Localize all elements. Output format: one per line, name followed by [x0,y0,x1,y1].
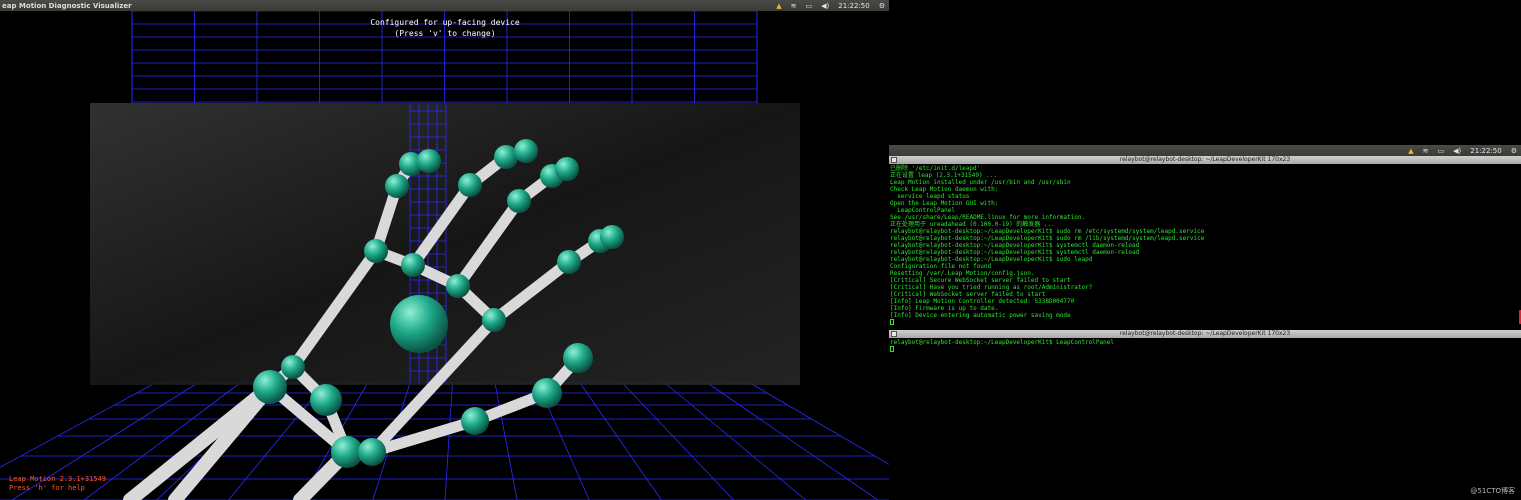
terminal-line: relaybot@relaybot-desktop:~/LeapDevelope… [890,242,1140,249]
terminal-output[interactable]: relaybot@relaybot-desktop:~/LeapDevelope… [890,339,1114,353]
terminal-line: 正在设置 leap (2.3.1+31549) ... [890,172,998,179]
hand-joint [358,438,386,466]
system-tray: ▲ ≋ ▭ ◀) 21:22:50 ⚙ [776,2,885,10]
hand-joint [401,253,425,277]
terminal-output[interactable]: 已删除 '/etc/init.d/leapd' 正在设置 leap (2.3.1+… [890,165,1204,326]
hand-joint [514,139,538,163]
hand-joint [507,189,531,213]
terminal-titlebar[interactable]: relaybot@relaybot-desktop: ~/LeapDevelop… [889,156,1521,164]
palm-sphere [390,295,448,353]
hand-joint [364,239,388,263]
terminal-cursor [890,319,894,325]
hand-joint [482,308,506,332]
terminal-line: Check Leap Motion daemon with: [890,186,999,193]
terminal-line: Configuration file not found [890,263,992,270]
terminal-line: [Info] Leap Motion Controller detected: … [890,298,1075,305]
top-panel-right: ▲ ≋ ▭ ◀) 21:22:50 ⚙ [889,145,1521,156]
hand-joint [557,250,581,274]
terminal-titlebar[interactable]: relaybot@relaybot-desktop: ~/LeapDevelop… [889,330,1521,338]
device-config-text: Configured for up-facing device (Press '… [320,17,570,39]
terminal-line: LeapControlPanel [890,207,956,214]
terminal-title: relaybot@relaybot-desktop: ~/LeapDevelop… [1119,156,1291,163]
watermark: @51CTO博客 [1470,487,1515,495]
terminal-line: [Info] Firmware is up to date. [890,305,999,312]
terminal-cursor-line [890,319,1204,326]
overlay-line-1: Configured for up-facing device [370,18,520,27]
hand-joint [310,384,342,416]
notification-icon[interactable]: ▲ [776,2,781,10]
terminal-cursor-line [890,346,1114,353]
terminal-line: relaybot@relaybot-desktop:~/LeapDevelope… [890,228,1205,235]
terminal-window-2[interactable]: relaybot@relaybot-desktop: ~/LeapDevelop… [889,330,1521,500]
terminal-line: 正在处理用于 ureadahead (0.100.0-19) 的触发器 ... [890,221,1055,228]
hand-joint [563,343,593,373]
battery-icon[interactable]: ▭ [806,2,813,10]
hand-joint [417,149,441,173]
terminal-menu-icon[interactable] [891,157,897,163]
notification-icon[interactable]: ▲ [1408,147,1413,155]
terminal-line: relaybot@relaybot-desktop:~/LeapDevelope… [890,235,1205,242]
terminal-line: Leap Motion installed under /usr/bin and… [890,179,1071,186]
battery-icon[interactable]: ▭ [1438,147,1445,155]
hand-joint [253,370,287,404]
visualizer-canvas[interactable]: Configured for up-facing device (Press '… [0,11,889,500]
terminal-line: [Critical] WebSocket server failed to st… [890,291,1046,298]
clock[interactable]: 21:22:50 [1470,147,1501,155]
terminal-menu-icon[interactable] [891,331,897,337]
wifi-icon[interactable]: ≋ [791,2,797,10]
terminal-line: [Critical] Have you tried running as roo… [890,284,1093,291]
hand-joint [458,173,482,197]
volume-icon[interactable]: ◀) [821,2,829,10]
terminal-line: Open the Leap Motion GUI with: [890,200,999,207]
camera-image [90,103,800,385]
help-line: Press 'h' for help [9,484,85,492]
overlay-line-2: (Press 'v' to change) [394,29,496,38]
terminal-line: relaybot@relaybot-desktop:~/LeapDevelope… [890,256,1093,263]
hand-joint [461,407,489,435]
terminal-line: service leapd status [890,193,970,200]
system-tray-right: ▲ ≋ ▭ ◀) 21:22:50 ⚙ [1408,147,1517,155]
hand-joint [555,157,579,181]
terminal-line: See /usr/share/Leap/README.linux for mor… [890,214,1086,221]
window-title: eap Motion Diagnostic Visualizer [2,1,132,10]
hand-joint [600,225,624,249]
power-gear-icon[interactable]: ⚙ [879,2,885,10]
hand-joint [446,274,470,298]
power-gear-icon[interactable]: ⚙ [1511,147,1517,155]
terminal-cursor [890,346,894,352]
version-info: Leap Motion 2.3.1+31549 Press 'h' for he… [9,475,106,493]
volume-icon[interactable]: ◀) [1453,147,1461,155]
terminal-title: relaybot@relaybot-desktop: ~/LeapDevelop… [1119,330,1291,337]
clock[interactable]: 21:22:50 [838,2,869,10]
hand-joint [532,378,562,408]
terminal-line: [Info] Device entering automatic power s… [890,312,1071,319]
terminal-line: 已删除 '/etc/init.d/leapd' [890,165,981,172]
terminal-line: [Critical] Secure WebSocket server faile… [890,277,1071,284]
visualizer-scene [0,11,889,500]
version-line: Leap Motion 2.3.1+31549 [9,475,106,483]
terminal-line: relaybot@relaybot-desktop:~/LeapDevelope… [890,339,1114,346]
wifi-icon[interactable]: ≋ [1423,147,1429,155]
hand-joint [281,355,305,379]
terminal-line: Resetting /var/.Leap Motion/config.json. [890,270,1035,277]
hand-joint [385,174,409,198]
terminal-window-1[interactable]: relaybot@relaybot-desktop: ~/LeapDevelop… [889,156,1521,326]
top-panel-left: eap Motion Diagnostic Visualizer ▲ ≋ ▭ ◀… [0,0,889,11]
terminal-line: relaybot@relaybot-desktop:~/LeapDevelope… [890,249,1140,256]
